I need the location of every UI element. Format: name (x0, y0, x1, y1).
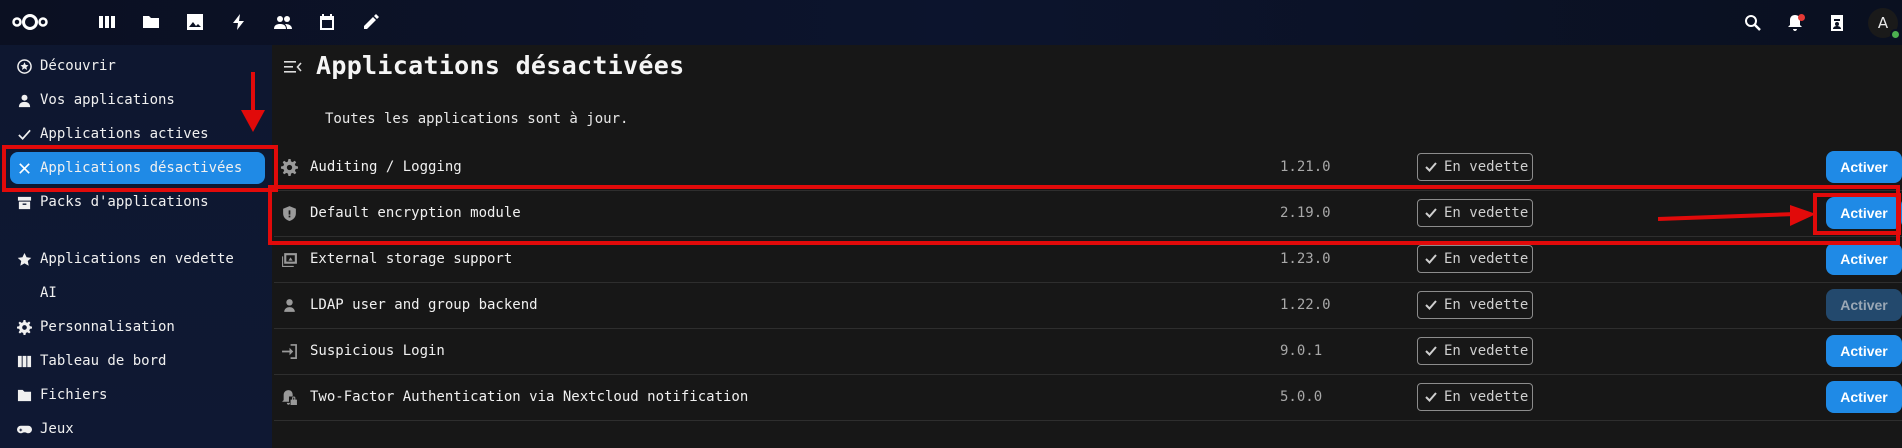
sidebar-item-ai[interactable]: AI (10, 278, 265, 308)
app-name[interactable]: Suspicious Login (310, 343, 445, 359)
activate-button[interactable]: Activer (1826, 381, 1902, 413)
featured-badge: En vedette (1417, 291, 1533, 319)
avatar-letter: A (1877, 13, 1889, 32)
featured-badge: En vedette (1417, 153, 1533, 181)
sidebar-item-label: Fichiers (40, 387, 108, 403)
annotation-box-button (1813, 193, 1901, 235)
notifications-icon[interactable] (1784, 12, 1806, 34)
star-circle-icon (16, 58, 32, 74)
featured-badge: En vedette (1417, 245, 1533, 273)
app-row-suspicious-login: Suspicious Login 9.0.1 En vedette Active… (274, 329, 1902, 375)
app-version: 1.23.0 (1280, 251, 1331, 267)
external-storage-icon (281, 251, 299, 269)
notification-dot (1798, 13, 1805, 21)
folder-icon (16, 387, 32, 403)
app-row-ldap: LDAP user and group backend 1.22.0 En ve… (274, 283, 1902, 329)
sidebar-item-label: AI (40, 285, 57, 301)
annotation-arrow-right (1658, 205, 1816, 226)
cog-icon (281, 159, 299, 177)
sidebar-item-label: Tableau de bord (40, 353, 167, 369)
annotation-box-sidebar (2, 145, 278, 192)
sidebar-item-fichiers[interactable]: Fichiers (10, 380, 265, 410)
sidebar-item-vos-applications[interactable]: Vos applications (10, 85, 265, 115)
sidebar-item-personnalisation[interactable]: Personnalisation (10, 312, 265, 342)
dashboard-icon[interactable] (96, 11, 118, 33)
avatar[interactable]: A (1868, 7, 1901, 40)
sidebar-item-decouvrir[interactable]: Découvrir (10, 51, 265, 81)
status-dot (1890, 28, 1901, 40)
photos-icon[interactable] (184, 11, 206, 33)
star-icon (16, 251, 32, 267)
activate-button[interactable]: Activer (1826, 151, 1902, 183)
contacts-menu-icon[interactable] (1826, 12, 1848, 34)
gamepad-icon (16, 421, 32, 437)
calendar-icon[interactable] (316, 11, 338, 33)
sidebar-item-label: Applications actives (40, 126, 209, 142)
update-status: Toutes les applications sont à jour. (325, 111, 629, 127)
app-version: 1.22.0 (1280, 297, 1331, 313)
sidebar-item-label: Packs d'applications (40, 194, 209, 210)
app-name[interactable]: LDAP user and group backend (310, 297, 538, 313)
app-version: 9.0.1 (1280, 343, 1323, 359)
featured-label: En vedette (1444, 389, 1529, 405)
dashboard-icon (16, 353, 32, 369)
annotation-arrow-down (241, 72, 265, 132)
activate-button[interactable]: Activer (1826, 289, 1902, 321)
account-icon (16, 92, 32, 108)
app-name[interactable]: Auditing / Logging (310, 159, 462, 175)
featured-badge: En vedette (1417, 337, 1533, 365)
sidebar-item-label: Découvrir (40, 58, 116, 74)
sidebar-item-label: Jeux (40, 421, 74, 437)
activate-button[interactable]: Activer (1826, 335, 1902, 367)
featured-badge: En vedette (1417, 383, 1533, 411)
user-icon (281, 297, 299, 315)
featured-label: En vedette (1444, 297, 1529, 313)
activate-button[interactable]: Activer (1826, 243, 1902, 275)
page-title: Applications désactivées (316, 51, 685, 80)
cog-icon (16, 319, 32, 335)
app-version: 1.21.0 (1280, 159, 1331, 175)
sidebar-item-vedette[interactable]: Applications en vedette (10, 244, 265, 274)
archive-icon (16, 194, 32, 210)
app-name[interactable]: Two-Factor Authentication via Nextcloud … (310, 389, 748, 405)
sidebar-item-label: Applications en vedette (40, 251, 234, 267)
sidebar-item-jeux[interactable]: Jeux (10, 414, 265, 444)
sidebar-item-label: Vos applications (40, 92, 175, 108)
search-icon[interactable] (1742, 12, 1764, 34)
app-row-two-factor: Two-Factor Authentication via Nextcloud … (274, 375, 1902, 421)
contacts-icon[interactable] (272, 11, 294, 33)
bell-lock-icon (281, 389, 299, 407)
login-icon (281, 343, 299, 361)
app-name[interactable]: External storage support (310, 251, 512, 267)
featured-label: En vedette (1444, 251, 1529, 267)
annotation-box-row (268, 185, 1900, 245)
activity-icon[interactable] (228, 11, 250, 33)
notes-icon[interactable] (360, 11, 382, 33)
menu-toggle-icon[interactable] (284, 59, 302, 75)
featured-label: En vedette (1444, 159, 1529, 175)
app-version: 5.0.0 (1280, 389, 1323, 405)
top-header: A (0, 0, 1902, 45)
sidebar-item-label: Personnalisation (40, 319, 175, 335)
main-content: Applications désactivées Toutes les appl… (272, 45, 1902, 448)
featured-label: En vedette (1444, 343, 1529, 359)
check-icon (16, 126, 32, 142)
files-icon[interactable] (140, 11, 162, 33)
app-sidebar: Découvrir Vos applications Applications … (0, 45, 272, 448)
sidebar-item-tableau-de-bord[interactable]: Tableau de bord (10, 346, 265, 376)
nextcloud-logo[interactable] (12, 10, 48, 34)
